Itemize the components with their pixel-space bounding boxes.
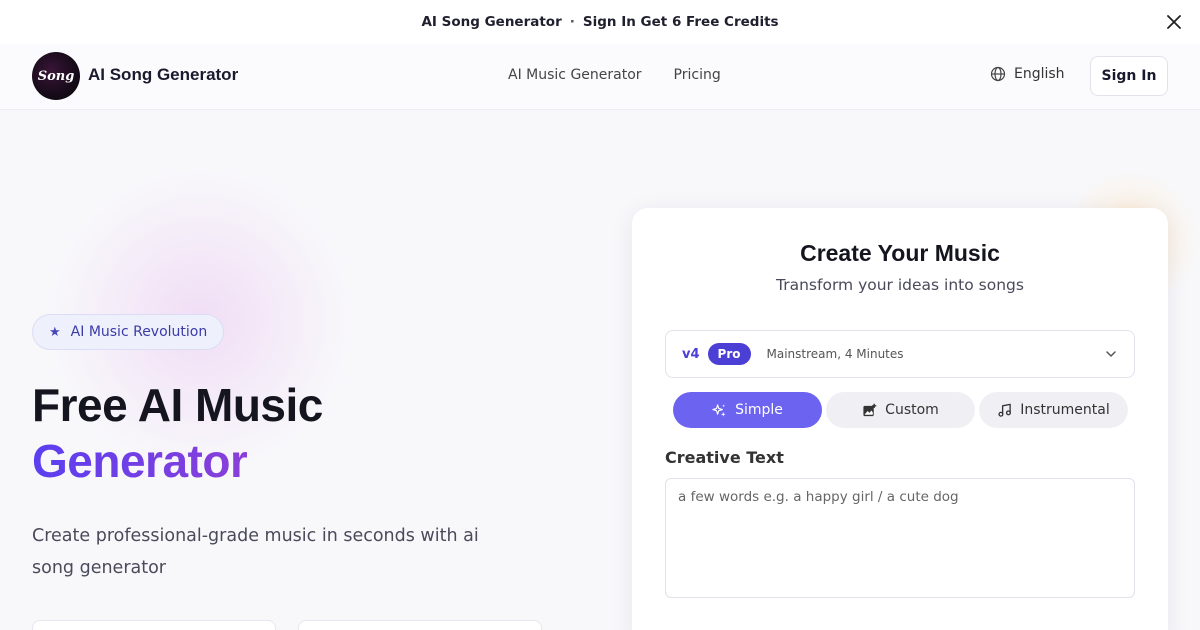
hero-title-line1: Free AI Music bbox=[32, 379, 323, 431]
tab-custom-label: Custom bbox=[885, 402, 939, 418]
announcement-offer-link[interactable]: Sign In Get 6 Free Credits bbox=[583, 14, 779, 30]
creative-text-input[interactable] bbox=[665, 478, 1135, 598]
nav-ai-music-generator[interactable]: AI Music Generator bbox=[508, 67, 642, 83]
image-plus-icon bbox=[863, 403, 877, 416]
tab-instrumental-label: Instrumental bbox=[1020, 402, 1110, 418]
model-version: v4 bbox=[682, 346, 700, 362]
hero-title-line2: Generator bbox=[32, 435, 248, 487]
main-nav: AI Music Generator Pricing bbox=[508, 67, 721, 83]
pro-badge: Pro bbox=[707, 343, 751, 365]
globe-icon bbox=[990, 66, 1006, 82]
tab-simple-label: Simple bbox=[735, 402, 783, 418]
mode-tabs: Simple Custom Instrumental bbox=[673, 392, 1128, 428]
tab-instrumental[interactable]: Instrumental bbox=[979, 392, 1128, 428]
nav-pricing[interactable]: Pricing bbox=[674, 67, 721, 83]
sign-in-button[interactable]: Sign In bbox=[1090, 56, 1168, 96]
star-icon: ★ bbox=[49, 324, 61, 340]
hero-badge: ★ AI Music Revolution bbox=[32, 314, 225, 350]
tab-simple[interactable]: Simple bbox=[673, 392, 822, 428]
model-select[interactable]: v4 Pro Mainstream, 4 Minutes bbox=[665, 330, 1135, 378]
tab-custom[interactable]: Custom bbox=[826, 392, 975, 428]
close-icon[interactable] bbox=[1164, 12, 1184, 32]
card-title: Create Your Music bbox=[800, 240, 1000, 266]
hero-subtitle: Create professional-grade music in secon… bbox=[32, 526, 479, 578]
logo[interactable]: Song bbox=[32, 52, 80, 100]
create-music-card: Create Your Music Transform your ideas i… bbox=[632, 208, 1168, 630]
sparkles-icon bbox=[712, 403, 726, 417]
brand-name[interactable]: AI Song Generator bbox=[88, 65, 238, 85]
logo-text: Song bbox=[37, 68, 75, 84]
hero-button-secondary[interactable] bbox=[298, 620, 542, 630]
announcement-brand: AI Song Generator bbox=[421, 14, 562, 30]
language-label: English bbox=[1014, 66, 1065, 82]
hero-badge-label: AI Music Revolution bbox=[70, 324, 208, 340]
chevron-down-icon bbox=[1106, 351, 1116, 357]
hero-button-primary[interactable] bbox=[32, 620, 276, 630]
site-header: Song AI Song Generator AI Music Generato… bbox=[0, 44, 1200, 110]
music-note-icon bbox=[998, 403, 1012, 417]
card-subtitle: Transform your ideas into songs bbox=[776, 276, 1024, 294]
announcement-bar: AI Song Generator · Sign In Get 6 Free C… bbox=[0, 0, 1200, 44]
model-description: Mainstream, 4 Minutes bbox=[766, 347, 904, 361]
creative-text-label: Creative Text bbox=[665, 448, 784, 467]
language-selector[interactable]: English bbox=[990, 66, 1065, 82]
announcement-separator: · bbox=[569, 14, 575, 30]
